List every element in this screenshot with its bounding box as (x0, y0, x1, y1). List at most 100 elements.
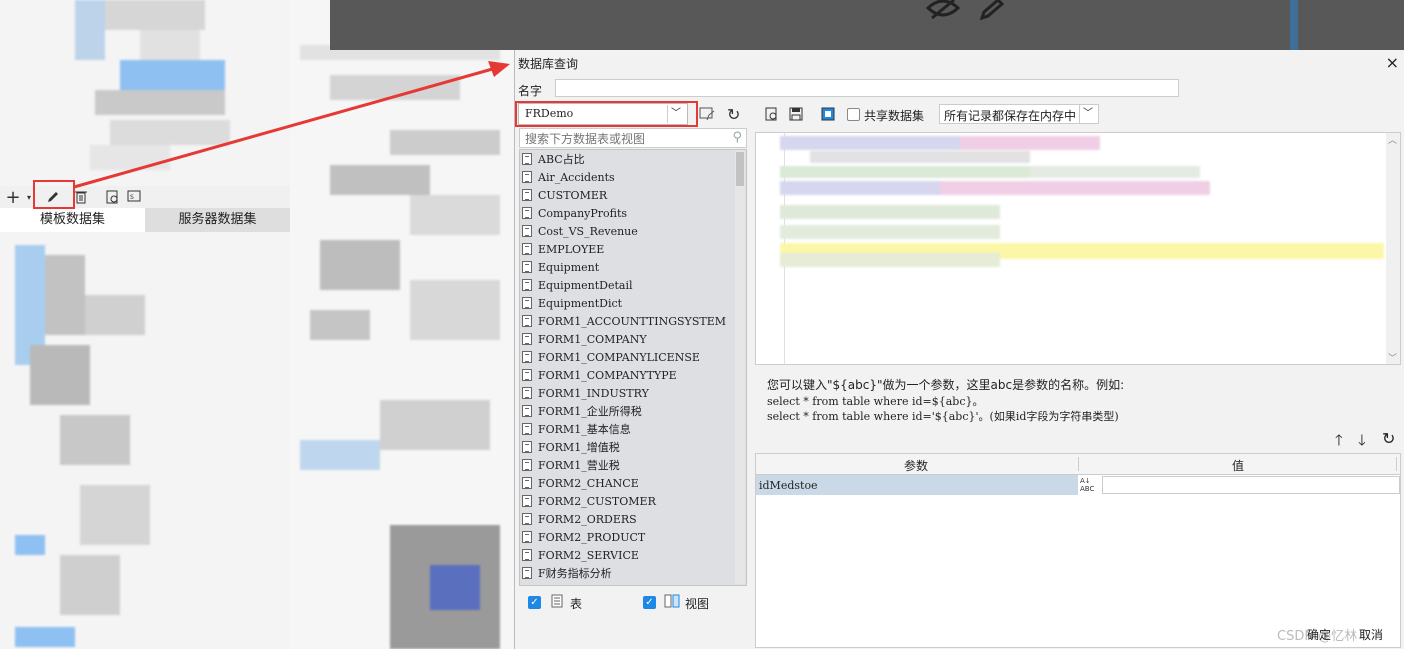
svg-text:S: S (130, 194, 134, 201)
table-icon (522, 225, 532, 237)
view-filter-checkbox[interactable]: ✓ (643, 596, 656, 609)
table-icon (522, 189, 532, 201)
list-item[interactable]: FORM1_COMPANY (520, 330, 736, 348)
table-icon (522, 459, 532, 471)
sql-editor[interactable]: ︿ ﹀ (755, 132, 1401, 365)
list-item[interactable]: FORM1_COMPANYLICENSE (520, 348, 736, 366)
list-item[interactable]: F财务指标分析 (520, 564, 736, 582)
table-icon (522, 333, 532, 345)
list-item[interactable]: FORM1_ACCOUNTTINGSYSTEM (520, 312, 736, 330)
blurred-sql-text (780, 133, 1390, 273)
left-panel: + ▾ S 模板数据集 服务器数据集 (0, 0, 290, 649)
datasource-edit-icon[interactable] (699, 106, 715, 125)
table-search-box: ⚲ (519, 128, 747, 148)
list-item[interactable]: CompanyProfits (520, 204, 736, 222)
value-type-icon[interactable]: A↓ ABC (1080, 477, 1094, 493)
table-icon (522, 243, 532, 255)
list-item[interactable]: FORM2_CHANCE (520, 474, 736, 492)
cache-mode-select[interactable]: 所有记录都保存在内存中 ﹀ (939, 104, 1099, 124)
hint-line-2: select * from table where id=${abc}。 (767, 395, 984, 408)
table-icon (522, 171, 532, 183)
close-button[interactable]: × (1386, 53, 1399, 72)
left-tabs: 模板数据集 服务器数据集 (0, 208, 290, 232)
list-item[interactable]: EquipmentDetail (520, 276, 736, 294)
list-item[interactable]: FORM1_基本信息 (520, 420, 736, 438)
table-icon (522, 513, 532, 525)
table-row[interactable]: idMedstoe A↓ ABC (756, 475, 1400, 495)
sql-icon[interactable]: S (126, 188, 144, 206)
top-toolbar-strip (330, 0, 1404, 50)
table-icon (522, 567, 532, 579)
param-value-cell[interactable]: A↓ ABC (1078, 475, 1400, 495)
hint-line-3: select * from table where id='${abc}'。(如… (767, 410, 1119, 423)
list-item[interactable]: EquipmentDict (520, 294, 736, 312)
chevron-up-icon[interactable]: ︿ (1388, 133, 1397, 146)
chevron-down-icon[interactable]: ﹀ (1079, 105, 1096, 123)
hint-line-1: 您可以键入"${abc}"做为一个参数，这里abc是参数的名称。例如: (767, 378, 1125, 392)
ok-button[interactable]: 确定 (1307, 626, 1331, 643)
parameter-table-header: 参数 值 (756, 454, 1400, 475)
table-icon (522, 351, 532, 363)
shared-dataset-label: 共享数据集 (864, 109, 925, 123)
list-item[interactable]: FORM2_ORDERS (520, 510, 736, 528)
table-icon (522, 297, 532, 309)
pencil-icon[interactable] (978, 0, 1005, 23)
datasource-highlight (515, 101, 698, 127)
list-item[interactable]: FORM1_营业税 (520, 456, 736, 474)
hide-icon[interactable] (925, 0, 961, 23)
cancel-button[interactable]: 取消 (1359, 626, 1383, 643)
preview-icon[interactable] (104, 188, 122, 206)
move-up-icon[interactable]: 🡑 (1335, 430, 1343, 455)
refresh-params-icon[interactable]: ↻ (1382, 429, 1395, 448)
table-list-scrollbar[interactable] (735, 150, 745, 584)
list-item[interactable]: FORM1_增值税 (520, 438, 736, 456)
table-icon (522, 423, 532, 435)
blurred-document-area (290, 0, 514, 649)
list-item[interactable]: EMPLOYEE (520, 240, 736, 258)
list-item[interactable]: FORM2_CUSTOMER (520, 492, 736, 510)
list-item[interactable]: ABC占比 (520, 150, 736, 168)
value-col-header: 值 (1232, 459, 1245, 473)
table-icon (522, 477, 532, 489)
edit-button-highlight (33, 180, 75, 209)
sql-editor-scrollbar[interactable]: ︿ ﹀ (1386, 133, 1400, 364)
name-input[interactable] (555, 79, 1179, 97)
list-item[interactable]: FORM1_COMPANYTYPE (520, 366, 736, 384)
list-item[interactable]: FORM2_SERVICE (520, 546, 736, 564)
table-icon (522, 495, 532, 507)
table-icon (522, 369, 532, 381)
blurred-tree-top (0, 0, 290, 175)
list-item[interactable]: Equipment (520, 258, 736, 276)
list-item[interactable]: CUSTOMER (520, 186, 736, 204)
database-query-dialog: 数据库查询 × 名字 FRDemo ﹀ ↻ ⚲ ABC占比 Air_Accide… (514, 50, 1404, 649)
tab-template-dataset[interactable]: 模板数据集 (0, 208, 145, 232)
format-icon[interactable] (821, 107, 835, 124)
shared-dataset-checkbox[interactable] (847, 108, 860, 121)
table-icon (551, 594, 563, 611)
refresh-icon[interactable]: ↻ (727, 105, 740, 124)
list-item[interactable]: Air_Accidents (520, 168, 736, 186)
move-down-icon[interactable]: 🡓 (1358, 430, 1366, 455)
list-item[interactable]: FORM1_INDUSTRY (520, 384, 736, 402)
blue-edge (1290, 0, 1298, 50)
table-icon (522, 549, 532, 561)
blurred-tree-bottom (0, 235, 290, 649)
list-item[interactable]: FORM1_企业所得税 (520, 402, 736, 420)
list-item[interactable]: FORM2_PRODUCT (520, 528, 736, 546)
table-filter-checkbox[interactable]: ✓ (528, 596, 541, 609)
tab-server-dataset[interactable]: 服务器数据集 (145, 208, 290, 232)
view-icon (664, 594, 680, 611)
table-icon (522, 441, 532, 453)
preview-icon[interactable] (765, 107, 779, 124)
list-item[interactable]: Cost_VS_Revenue (520, 222, 736, 240)
param-value-input[interactable] (1102, 476, 1400, 494)
param-name-cell: idMedstoe (759, 479, 818, 492)
scrollbar-thumb[interactable] (736, 152, 744, 186)
table-icon (522, 207, 532, 219)
save-icon[interactable] (789, 107, 803, 124)
table-icon (522, 153, 532, 165)
table-icon (522, 387, 532, 399)
table-search-input[interactable] (523, 130, 727, 148)
chevron-down-icon[interactable]: ﹀ (1388, 351, 1397, 364)
table-filter-label: 表 (570, 597, 583, 611)
